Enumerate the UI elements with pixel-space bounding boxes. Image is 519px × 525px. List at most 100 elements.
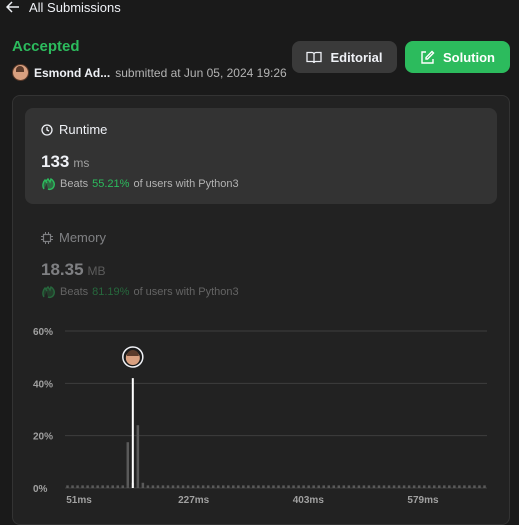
runtime-value: 133 ms [41, 152, 89, 172]
memory-number: 18.35 [41, 260, 84, 279]
chart-bar [463, 485, 466, 488]
chart-bar [161, 485, 165, 488]
chart-bar [422, 485, 426, 488]
chart-bar [71, 485, 74, 488]
chart-bar [282, 485, 285, 488]
chart-bar [332, 485, 336, 488]
back-link[interactable]: All Submissions [6, 0, 121, 15]
chart-bar [66, 485, 69, 488]
chart-bar [211, 485, 215, 488]
memory-title: Memory [59, 230, 106, 245]
chart-bar [412, 485, 416, 488]
chart-bar [201, 485, 205, 488]
chart-bar [327, 485, 331, 488]
runtime-number: 133 [41, 152, 70, 171]
avatar[interactable] [12, 64, 29, 81]
runtime-beats-pct: 55.21% [92, 178, 130, 190]
chart-bar [166, 485, 170, 488]
runtime-beats: Beats 55.21% of users with Python3 [41, 177, 239, 191]
chart-bar [136, 425, 140, 488]
chart-bar [247, 485, 250, 488]
chart-bar [372, 485, 376, 488]
chart-bar [407, 485, 411, 488]
chart-bar [267, 485, 270, 488]
chart-bar [387, 485, 391, 488]
chart-bar [443, 485, 446, 488]
edit-icon [421, 50, 435, 64]
chart-bar [468, 485, 471, 488]
chart-bar [448, 485, 451, 488]
clap-icon [42, 285, 55, 299]
chart-bar [478, 485, 481, 488]
chart-bar [86, 485, 89, 488]
chart-bar [427, 485, 431, 488]
chart-bar [191, 485, 195, 488]
chart-bar [342, 485, 346, 488]
x-tick-label: 579ms [407, 495, 439, 506]
chart-bar [337, 485, 341, 488]
back-label: All Submissions [29, 0, 121, 15]
chart-bar [181, 485, 185, 488]
chart-bar [458, 485, 461, 488]
user-name[interactable]: Esmond Ad... [34, 66, 110, 80]
chart-bar [232, 485, 235, 488]
chart-bar [347, 485, 351, 488]
runtime-title: Runtime [59, 122, 108, 137]
chart-bar [357, 485, 361, 488]
arrow-left-icon [6, 1, 19, 13]
submission-status: Accepted [12, 38, 80, 55]
chart-bar [252, 485, 255, 488]
chart-bar [146, 485, 150, 488]
memory-beats-label: Beats [60, 286, 89, 298]
chart-bar [96, 485, 99, 488]
chart-bar [237, 485, 240, 488]
submitted-time: submitted at Jun 05, 2024 19:26 [115, 65, 287, 80]
chart-bar [91, 485, 94, 488]
memory-beats: Beats 81.19% of users with Python3 [41, 285, 239, 299]
chart-bar [322, 485, 325, 488]
chart-bar [257, 485, 260, 488]
chip-icon [41, 231, 53, 244]
y-tick-label: 20% [33, 432, 53, 443]
chart-bar [176, 485, 180, 488]
chart-bar [417, 485, 421, 488]
editorial-button[interactable]: Editorial [292, 41, 397, 73]
chart-bar [402, 485, 406, 488]
chart-bar [116, 485, 120, 488]
x-tick-label: 51ms [66, 495, 92, 506]
chart-bar [307, 485, 310, 488]
chart-bar [216, 485, 220, 488]
book-icon [306, 51, 323, 63]
clock-icon [41, 123, 53, 136]
runtime-beats-label: Beats [60, 178, 89, 190]
submission-meta: Esmond Ad... submitted at Jun 05, 2024 1… [12, 64, 287, 81]
solution-button[interactable]: Solution [405, 41, 510, 73]
chart-bar [397, 485, 401, 488]
chart-bar [302, 485, 305, 488]
chart-bar [272, 485, 275, 488]
editorial-label: Editorial [330, 49, 383, 65]
runtime-beats-suffix: of users with Python3 [133, 178, 239, 190]
runtime-distribution-chart[interactable]: 0% 20% 40% 60% 51ms 227ms 403ms 579ms [25, 320, 497, 516]
x-tick-label: 403ms [293, 495, 325, 506]
runtime-unit: ms [73, 156, 90, 170]
memory-beats-suffix: of users with Python3 [133, 286, 239, 298]
chart-bar [367, 485, 371, 488]
x-tick-label: 227ms [178, 495, 210, 506]
clap-icon [42, 177, 55, 191]
chart-bar [287, 485, 290, 488]
chart-bar [392, 485, 396, 488]
chart-bar [473, 485, 476, 488]
chart-bar [317, 485, 320, 488]
memory-value: 18.35 MB [41, 260, 106, 280]
chart-bar [312, 485, 315, 488]
chart-bar [297, 485, 300, 488]
chart-bar [453, 485, 456, 488]
chart-bar [242, 485, 245, 488]
chart-bar [206, 485, 210, 488]
chart-bar [106, 485, 109, 488]
y-tick-label: 40% [33, 379, 53, 390]
chart-bar [362, 485, 366, 488]
chart-bar [292, 485, 295, 488]
chart-bar [126, 442, 130, 488]
